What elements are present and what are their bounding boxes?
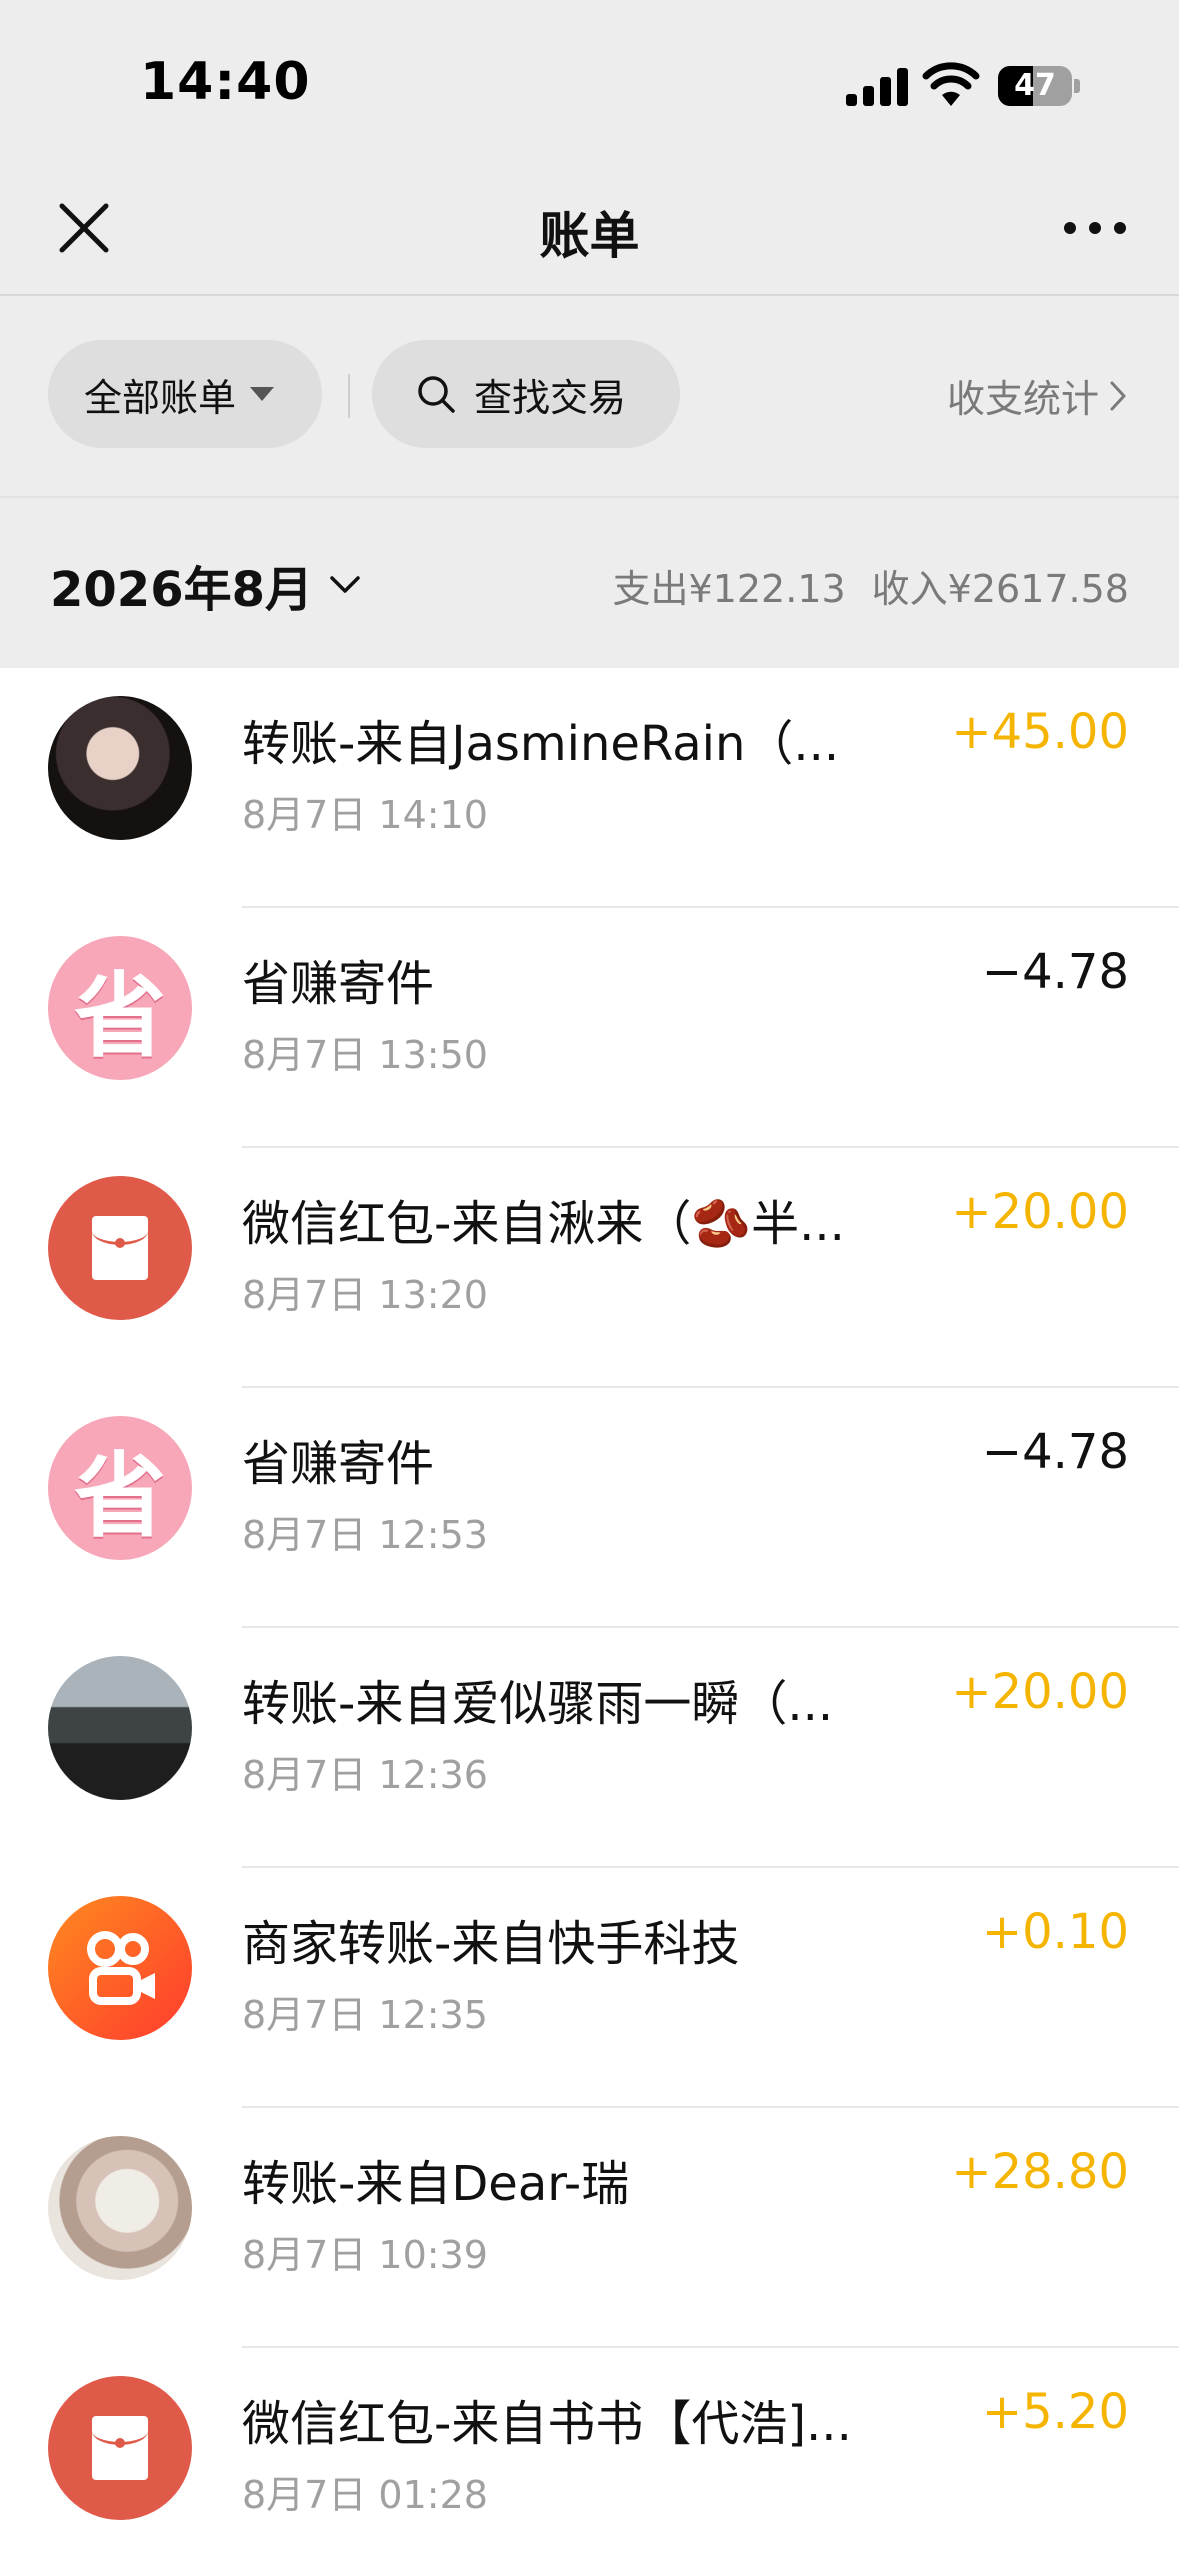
transaction-title: 转账-来自爱似骤雨一瞬（... bbox=[242, 1676, 834, 1732]
chevron-right-icon bbox=[1110, 381, 1126, 410]
wifi-icon bbox=[922, 62, 980, 106]
caret-down-icon bbox=[250, 387, 275, 401]
sheng-logo-icon: 省 bbox=[48, 936, 192, 1080]
month-label: 2026年8月 bbox=[50, 562, 313, 618]
avatar bbox=[48, 1656, 192, 1800]
transaction-time: 8月7日 13:20 bbox=[242, 1273, 488, 1317]
transaction-row[interactable]: 商家转账-来自快手科技 8月7日 12:35 +0.10 bbox=[0, 1868, 1179, 2108]
red-packet-icon bbox=[48, 1176, 192, 1320]
month-expense: 支出¥122.13 bbox=[612, 567, 846, 611]
battery-level: 47 bbox=[1014, 68, 1056, 103]
transaction-time: 8月7日 12:53 bbox=[242, 1513, 488, 1557]
transaction-title: 省赚寄件 bbox=[242, 1436, 435, 1492]
transaction-amount: +5.20 bbox=[981, 2384, 1129, 2440]
transaction-row[interactable]: 微信红包-来自湫来（🫘半... 8月7日 13:20 +20.00 bbox=[0, 1148, 1179, 1388]
kuaishou-logo-icon bbox=[48, 1896, 192, 2040]
transaction-title: 商家转账-来自快手科技 bbox=[242, 1916, 740, 1972]
transaction-time: 8月7日 12:35 bbox=[242, 1993, 488, 2037]
transaction-time: 8月7日 01:28 bbox=[242, 2473, 488, 2517]
month-totals: 支出¥122.13 收入¥2617.58 bbox=[613, 558, 1129, 613]
transaction-time: 8月7日 14:10 bbox=[242, 793, 488, 837]
red-packet-icon bbox=[48, 2376, 192, 2520]
all-bills-label: 全部账单 bbox=[84, 375, 237, 420]
filter-separator bbox=[348, 374, 350, 418]
transaction-time: 8月7日 12:36 bbox=[242, 1753, 488, 1797]
transaction-row[interactable]: 转账-来自JasmineRain（... 8月7日 14:10 +45.00 bbox=[0, 668, 1179, 908]
stats-label: 收支统计 bbox=[946, 377, 1099, 421]
more-icon[interactable] bbox=[1060, 204, 1130, 252]
status-bar: 14:40 47 bbox=[0, 0, 1179, 160]
cellular-signal-icon bbox=[846, 66, 908, 106]
transaction-row[interactable]: 省 省赚寄件 8月7日 12:53 −4.78 bbox=[0, 1388, 1179, 1628]
search-icon bbox=[418, 376, 455, 413]
battery-icon: 47 bbox=[998, 66, 1080, 106]
transaction-list: 转账-来自JasmineRain（... 8月7日 14:10 +45.00 省… bbox=[0, 668, 1179, 2556]
status-time: 14:40 bbox=[140, 52, 311, 112]
sheng-logo-icon: 省 bbox=[48, 1416, 192, 1560]
avatar bbox=[48, 696, 192, 840]
transaction-amount: +28.80 bbox=[951, 2144, 1129, 2200]
all-bills-dropdown[interactable]: 全部账单 bbox=[48, 340, 322, 448]
transaction-row[interactable]: 转账-来自Dear-瑞 8月7日 10:39 +28.80 bbox=[0, 2108, 1179, 2348]
month-header: 2026年8月 支出¥122.13 收入¥2617.58 bbox=[0, 498, 1179, 668]
chevron-down-icon bbox=[330, 576, 360, 593]
transaction-amount: +20.00 bbox=[951, 1664, 1129, 1720]
transaction-amount: +45.00 bbox=[951, 704, 1129, 760]
transaction-title: 省赚寄件 bbox=[242, 956, 435, 1012]
transaction-title: 微信红包-来自书书【代浩]... bbox=[242, 2396, 852, 2452]
filter-bar: 全部账单 查找交易 收支统计 bbox=[0, 296, 1179, 496]
transaction-row[interactable]: 转账-来自爱似骤雨一瞬（... 8月7日 12:36 +20.00 bbox=[0, 1628, 1179, 1868]
transaction-title: 微信红包-来自湫来（🫘半... bbox=[242, 1196, 845, 1252]
month-selector[interactable]: 2026年8月 bbox=[50, 550, 361, 620]
transaction-row[interactable]: 省 省赚寄件 8月7日 13:50 −4.78 bbox=[0, 908, 1179, 1148]
transaction-row[interactable]: 微信红包-来自书书【代浩]... 8月7日 01:28 +5.20 bbox=[0, 2348, 1179, 2556]
avatar bbox=[48, 2136, 192, 2280]
transaction-time: 8月7日 13:50 bbox=[242, 1033, 488, 1077]
transaction-time: 8月7日 10:39 bbox=[242, 2233, 488, 2277]
transaction-title: 转账-来自Dear-瑞 bbox=[242, 2156, 630, 2212]
search-transactions-button[interactable]: 查找交易 bbox=[372, 340, 680, 448]
transaction-amount: +0.10 bbox=[981, 1904, 1129, 1960]
nav-bar: 账单 bbox=[0, 160, 1179, 295]
income-expense-stats-link[interactable]: 收支统计 bbox=[947, 368, 1127, 423]
transaction-title: 转账-来自JasmineRain（... bbox=[242, 716, 840, 772]
page-title: 账单 bbox=[539, 207, 640, 265]
search-label: 查找交易 bbox=[474, 375, 627, 420]
transaction-amount: −4.78 bbox=[981, 1424, 1129, 1480]
transaction-amount: +20.00 bbox=[951, 1184, 1129, 1240]
month-income: 收入¥2617.58 bbox=[871, 567, 1129, 611]
transaction-amount: −4.78 bbox=[981, 944, 1129, 1000]
